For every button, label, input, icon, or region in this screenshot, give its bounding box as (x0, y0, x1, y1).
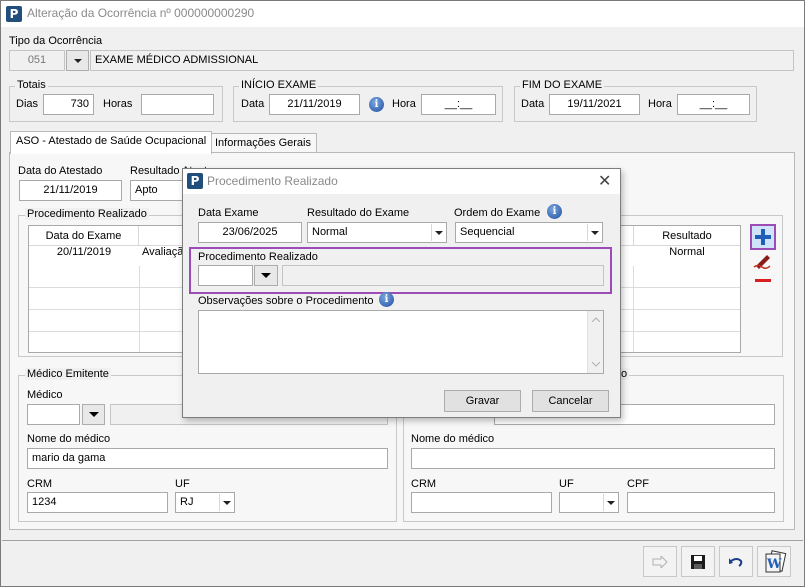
data-atestado-label: Data do Atestado (18, 165, 103, 177)
dialog-app-icon: P (187, 173, 203, 189)
column-divider (633, 266, 634, 352)
chevron-down-icon (434, 230, 443, 235)
observacoes-scrollbar[interactable] (587, 311, 603, 373)
medico-label: Médico (27, 389, 63, 401)
undo-icon (729, 557, 743, 567)
edit-icon (753, 255, 771, 270)
remove-button[interactable] (752, 272, 774, 288)
chevron-down-icon (222, 500, 231, 505)
chevron-down-icon (261, 273, 271, 278)
save-button[interactable] (681, 546, 715, 577)
tipo-description-field: EXAME MÉDICO ADMISSIONAL (90, 50, 794, 71)
procedimento-description-field (282, 265, 604, 286)
fim-exame-legend: FIM DO EXAME (520, 79, 605, 91)
document-icon: W (765, 549, 787, 572)
column-divider (139, 266, 140, 352)
procedimento-code-field[interactable] (198, 265, 253, 286)
chevron-down-icon (88, 412, 99, 417)
fim-hora-field[interactable]: __:__ (677, 94, 750, 115)
dias-label: Dias (16, 98, 39, 110)
procedimento-dropdown-button[interactable] (254, 265, 278, 286)
medico-dropdown-button[interactable] (82, 404, 105, 425)
tipo-dropdown-button[interactable] (66, 50, 89, 71)
responsavel-crm-field[interactable] (411, 492, 552, 513)
resultado-exame-select[interactable]: Normal (307, 222, 447, 243)
observacoes-label: Observações sobre o Procedimento (198, 295, 374, 307)
table-row-resultado-cell[interactable]: Normal (634, 246, 740, 266)
undo-button[interactable] (719, 546, 753, 577)
chevron-down-icon (606, 500, 615, 505)
fim-data-field[interactable]: 19/11/2021 (549, 94, 640, 115)
totais-legend: Totais (15, 79, 48, 91)
chevron-down-icon (73, 58, 82, 63)
scroll-up-icon[interactable] (592, 317, 600, 322)
window-title: Alteração da Ocorrência nº 000000000290 (27, 6, 255, 20)
save-icon (691, 554, 705, 569)
column-header-data[interactable]: Data do Exame (29, 226, 139, 246)
next-icon (652, 555, 668, 568)
data-exame-field[interactable]: 23/06/2025 (198, 222, 302, 243)
responsavel-uf-select[interactable] (559, 492, 619, 513)
fim-data-label: Data (521, 98, 545, 110)
responsavel-nome-field[interactable] (411, 448, 775, 469)
column-header-resultado[interactable]: Resultado (633, 226, 740, 246)
procedimento-realizado-label: Procedimento Realizado (198, 251, 318, 263)
info-icon[interactable]: i (547, 204, 562, 219)
crm-label: CRM (27, 478, 53, 490)
cpf-field[interactable] (627, 492, 775, 513)
inicio-hora-field[interactable]: __:__ (421, 94, 496, 115)
nome-medico-field[interactable]: mario da gama (27, 448, 388, 469)
cpf-label: CPF (627, 478, 649, 490)
uf-select[interactable]: RJ (175, 492, 235, 513)
nome-medico-label: Nome do médico (27, 433, 111, 445)
tab-aso[interactable]: ASO - Atestado de Saúde Ocupacional (10, 131, 213, 154)
resultado-atestado-select[interactable]: Apto (130, 180, 190, 201)
scroll-down-icon[interactable] (592, 362, 600, 367)
info-icon[interactable]: i (379, 292, 394, 307)
add-button[interactable] (750, 224, 776, 250)
medico-emitente-legend: Médico Emitente (25, 368, 111, 380)
tipo-ocorrencia-label: Tipo da Ocorrência (9, 35, 103, 47)
resultado-exame-label: Resultado do Exame (307, 207, 410, 219)
crm-field[interactable]: 1234 (27, 492, 168, 513)
table-row-data-cell[interactable]: 20/11/2019 (29, 246, 139, 266)
horas-field[interactable] (141, 94, 214, 115)
ordem-exame-select[interactable]: Sequencial (455, 222, 603, 243)
dias-field[interactable]: 730 (43, 94, 94, 115)
data-atestado-field[interactable]: 21/11/2019 (19, 180, 122, 201)
tipo-code-field[interactable]: 051 (9, 50, 65, 71)
medico-code-field[interactable] (27, 404, 80, 425)
inicio-data-field[interactable]: 21/11/2019 (269, 94, 360, 115)
cancelar-button[interactable]: Cancelar (532, 390, 609, 412)
add-icon (755, 229, 771, 245)
responsavel-uf-label: UF (559, 478, 574, 490)
tab-informacoes-gerais[interactable]: Informações Gerais (209, 133, 317, 153)
responsavel-nome-label: Nome do médico (411, 433, 495, 445)
document-button[interactable]: W (757, 546, 791, 577)
bottom-separator (2, 540, 803, 541)
remove-icon (755, 279, 771, 282)
procedimento-legend: Procedimento Realizado (25, 208, 149, 220)
next-button[interactable] (643, 546, 677, 577)
close-icon[interactable]: ✕ (598, 171, 611, 190)
edit-button[interactable] (752, 251, 774, 270)
data-exame-label: Data Exame (198, 207, 259, 219)
horas-label: Horas (103, 98, 133, 110)
inicio-exame-legend: INÍCIO EXAME (239, 79, 319, 91)
observacoes-textarea[interactable] (198, 310, 604, 374)
inicio-data-label: Data (241, 98, 265, 110)
gravar-button[interactable]: Gravar (444, 390, 521, 412)
chevron-down-icon (590, 230, 599, 235)
app-logo-icon: P (6, 6, 22, 22)
svg-text:W: W (766, 557, 782, 572)
responsavel-crm-label: CRM (411, 478, 437, 490)
ordem-exame-label: Ordem do Exame (454, 207, 541, 219)
uf-label: UF (175, 478, 190, 490)
fim-hora-label: Hora (648, 98, 672, 110)
inicio-hora-label: Hora (392, 98, 416, 110)
info-icon[interactable]: i (369, 97, 384, 112)
dialog-title: Procedimento Realizado (207, 174, 338, 188)
